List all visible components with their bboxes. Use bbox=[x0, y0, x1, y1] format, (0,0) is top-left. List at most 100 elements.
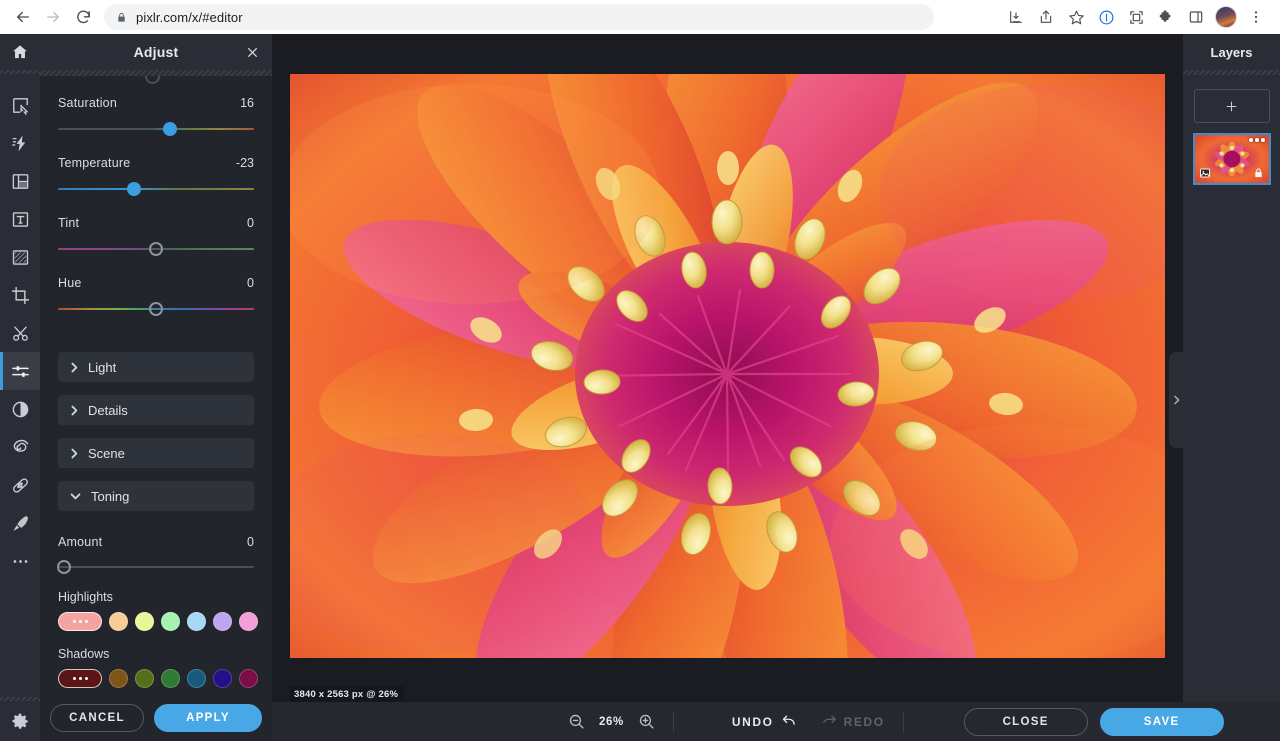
layers-panel: Layers bbox=[1183, 34, 1280, 741]
side-panel-icon[interactable] bbox=[1182, 3, 1210, 31]
lock-icon[interactable] bbox=[1252, 166, 1266, 180]
section-label: Light bbox=[88, 359, 117, 375]
highlight-swatch[interactable] bbox=[109, 612, 128, 631]
amount-slider-thumb[interactable] bbox=[56, 560, 71, 574]
saturation-slider-track[interactable] bbox=[58, 122, 254, 136]
slider-label: Tint bbox=[58, 216, 80, 230]
highlight-swatch-selected[interactable] bbox=[58, 612, 102, 631]
slider-tint: Tint 0 bbox=[58, 196, 254, 256]
forward-arrow-icon[interactable] bbox=[38, 2, 68, 32]
browser-actions bbox=[1002, 3, 1272, 31]
lock-icon bbox=[116, 11, 127, 24]
sidebar-item-cutout[interactable] bbox=[0, 314, 40, 352]
sidebar-item-pattern[interactable] bbox=[0, 238, 40, 276]
slider-hue: Hue 0 bbox=[58, 256, 254, 316]
redo-button[interactable]: REDO bbox=[822, 714, 885, 730]
highlight-swatch[interactable] bbox=[187, 612, 206, 631]
apply-button[interactable]: APPLY bbox=[154, 704, 262, 732]
section-details[interactable]: Details bbox=[58, 395, 254, 425]
layer-menu-ellipsis-icon[interactable] bbox=[1249, 138, 1265, 142]
url-text: pixlr.com/x/#editor bbox=[136, 9, 243, 25]
highlight-swatch[interactable] bbox=[213, 612, 232, 631]
sidebar-item-draw[interactable] bbox=[0, 504, 40, 542]
close-icon[interactable] bbox=[242, 42, 262, 62]
bottom-toolbar: 26% UNDO REDO CLOSE SAVE bbox=[272, 702, 1280, 741]
bookmark-star-icon[interactable] bbox=[1062, 3, 1090, 31]
redo-arrow-icon bbox=[822, 714, 837, 730]
image-canvas[interactable] bbox=[290, 74, 1165, 658]
layers-collapse-handle[interactable] bbox=[1169, 352, 1183, 448]
sidebar-item-arrange[interactable] bbox=[0, 86, 40, 124]
chevron-right-icon bbox=[1173, 395, 1179, 405]
sidebar-item-more[interactable] bbox=[0, 542, 40, 580]
zoom-in-icon[interactable] bbox=[638, 713, 655, 730]
highlight-swatch[interactable] bbox=[161, 612, 180, 631]
home-icon[interactable] bbox=[0, 34, 40, 70]
close-button[interactable]: CLOSE bbox=[963, 707, 1088, 736]
canvas-area[interactable]: 3840 x 2563 px @ 26% bbox=[272, 34, 1183, 741]
zoom-level[interactable]: 26% bbox=[599, 716, 624, 728]
amount-slider-track[interactable] bbox=[56, 560, 254, 574]
slider-value: -23 bbox=[235, 156, 254, 170]
page-title: Adjust bbox=[133, 44, 179, 60]
shadow-swatch[interactable] bbox=[135, 669, 154, 688]
hue-slider-track[interactable] bbox=[58, 302, 254, 316]
browser-toolbar: pixlr.com/x/#editor bbox=[0, 0, 1280, 34]
redo-label: REDO bbox=[843, 714, 885, 729]
address-bar[interactable]: pixlr.com/x/#editor bbox=[104, 4, 934, 30]
layers-title: Layers bbox=[1210, 44, 1253, 60]
saturation-slider-thumb[interactable] bbox=[162, 122, 177, 136]
shadow-swatch[interactable] bbox=[109, 669, 128, 688]
zoom-out-icon[interactable] bbox=[568, 713, 585, 730]
shadow-swatch[interactable] bbox=[213, 669, 232, 688]
install-icon[interactable] bbox=[1002, 3, 1030, 31]
info-circle-icon[interactable] bbox=[1092, 3, 1120, 31]
canvas-size-badge: 3840 x 2563 px @ 26% bbox=[290, 686, 405, 702]
history-controls: UNDO REDO bbox=[732, 714, 885, 730]
sidebar-item-text[interactable] bbox=[0, 200, 40, 238]
sidebar-item-layout[interactable] bbox=[0, 162, 40, 200]
slider-label: Amount bbox=[58, 535, 103, 549]
sidebar-item-effects[interactable] bbox=[0, 124, 40, 162]
shadow-swatch[interactable] bbox=[187, 669, 206, 688]
tint-slider-thumb[interactable] bbox=[149, 242, 163, 256]
slider-track-fill bbox=[58, 566, 254, 568]
slider-value: 16 bbox=[240, 96, 254, 110]
save-button[interactable]: SAVE bbox=[1099, 707, 1224, 736]
capture-icon[interactable] bbox=[1122, 3, 1150, 31]
sidebar-item-heal[interactable] bbox=[0, 466, 40, 504]
shadow-swatch-selected[interactable] bbox=[58, 669, 102, 688]
extensions-puzzle-icon[interactable] bbox=[1152, 3, 1180, 31]
profile-avatar[interactable] bbox=[1212, 3, 1240, 31]
undo-button[interactable]: UNDO bbox=[732, 714, 796, 730]
flower-photo[interactable] bbox=[290, 74, 1165, 658]
tint-slider-track[interactable] bbox=[58, 242, 254, 256]
share-icon[interactable] bbox=[1032, 3, 1060, 31]
highlight-swatch[interactable] bbox=[239, 612, 258, 631]
temperature-slider-thumb[interactable] bbox=[127, 182, 142, 196]
cancel-button[interactable]: CANCEL bbox=[50, 704, 144, 732]
section-toning[interactable]: Toning bbox=[58, 481, 254, 511]
gear-icon[interactable] bbox=[0, 701, 40, 741]
toolbar-divider bbox=[672, 711, 674, 732]
shadow-swatch[interactable] bbox=[239, 669, 258, 688]
pixlr-editor: Adjust Saturation 16 Temperature -23 Tin… bbox=[0, 34, 1280, 741]
slider-amount: Amount 0 bbox=[56, 511, 254, 574]
section-scene[interactable]: Scene bbox=[58, 438, 254, 468]
temperature-slider-track[interactable] bbox=[58, 182, 254, 196]
reload-icon[interactable] bbox=[68, 2, 98, 32]
section-light[interactable]: Light bbox=[58, 352, 254, 382]
sidebar-item-contrast[interactable] bbox=[0, 390, 40, 428]
list-item[interactable] bbox=[1192, 133, 1271, 185]
add-layer-button[interactable] bbox=[1193, 89, 1270, 123]
sidebar-item-adjust[interactable] bbox=[0, 352, 40, 390]
back-arrow-icon[interactable] bbox=[8, 2, 38, 32]
hue-slider-thumb[interactable] bbox=[149, 302, 163, 316]
toolbar-divider-2 bbox=[902, 711, 904, 732]
section-label: Details bbox=[88, 402, 128, 418]
sidebar-item-crop[interactable] bbox=[0, 276, 40, 314]
shadow-swatch[interactable] bbox=[161, 669, 180, 688]
sidebar-item-liquify[interactable] bbox=[0, 428, 40, 466]
highlight-swatch[interactable] bbox=[135, 612, 154, 631]
more-menu-icon[interactable] bbox=[1242, 3, 1270, 31]
